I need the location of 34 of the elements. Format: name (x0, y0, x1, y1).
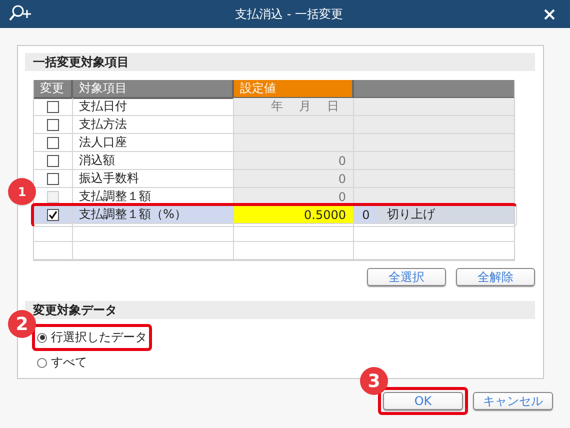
section-header: 一括変更対象項目 (25, 53, 535, 71)
checkbox[interactable] (47, 154, 59, 166)
date-unit: 日 (327, 98, 339, 115)
close-icon[interactable] (544, 8, 555, 20)
checkbox[interactable] (47, 208, 59, 220)
date-unit: 年 (271, 98, 283, 115)
option-label[interactable]: 行選択したデータ (51, 329, 147, 346)
table-cell: 0 (234, 152, 354, 170)
checkbox[interactable] (47, 118, 59, 130)
column-header: 設定値 (234, 80, 354, 99)
checkbox[interactable] (47, 172, 59, 184)
button[interactable]: OK (383, 392, 463, 410)
table-cell[interactable]: 支払方法 (73, 116, 234, 134)
input-field[interactable]: 0 (354, 206, 379, 223)
table-cell[interactable]: 振込手数料 (73, 170, 234, 188)
table-cell[interactable]: 法人口座 (73, 134, 234, 152)
table-cell: 0 (234, 170, 354, 188)
window-title: 支払消込 - 一括変更 (234, 6, 344, 22)
button[interactable]: 全選択 (367, 268, 446, 286)
radio-button[interactable] (37, 332, 47, 342)
checkbox[interactable] (47, 100, 59, 112)
table-cell[interactable]: 支払調整１額（%） (73, 206, 234, 224)
table-cell[interactable]: 消込額 (73, 152, 234, 170)
table-cell[interactable]: 支払日付 (73, 98, 234, 116)
button[interactable]: キャンセル (473, 392, 553, 410)
radio-button[interactable] (37, 358, 47, 368)
checkbox[interactable] (47, 136, 59, 148)
date-unit: 月 (299, 98, 311, 115)
column-header: 対象項目 (73, 80, 234, 99)
column-header: 変更 (34, 80, 73, 99)
button[interactable]: 全解除 (456, 268, 535, 286)
option-label[interactable]: すべて (51, 354, 87, 371)
input-field[interactable]: 0.5000 (234, 206, 354, 224)
callout-badge: 1 (8, 178, 36, 206)
